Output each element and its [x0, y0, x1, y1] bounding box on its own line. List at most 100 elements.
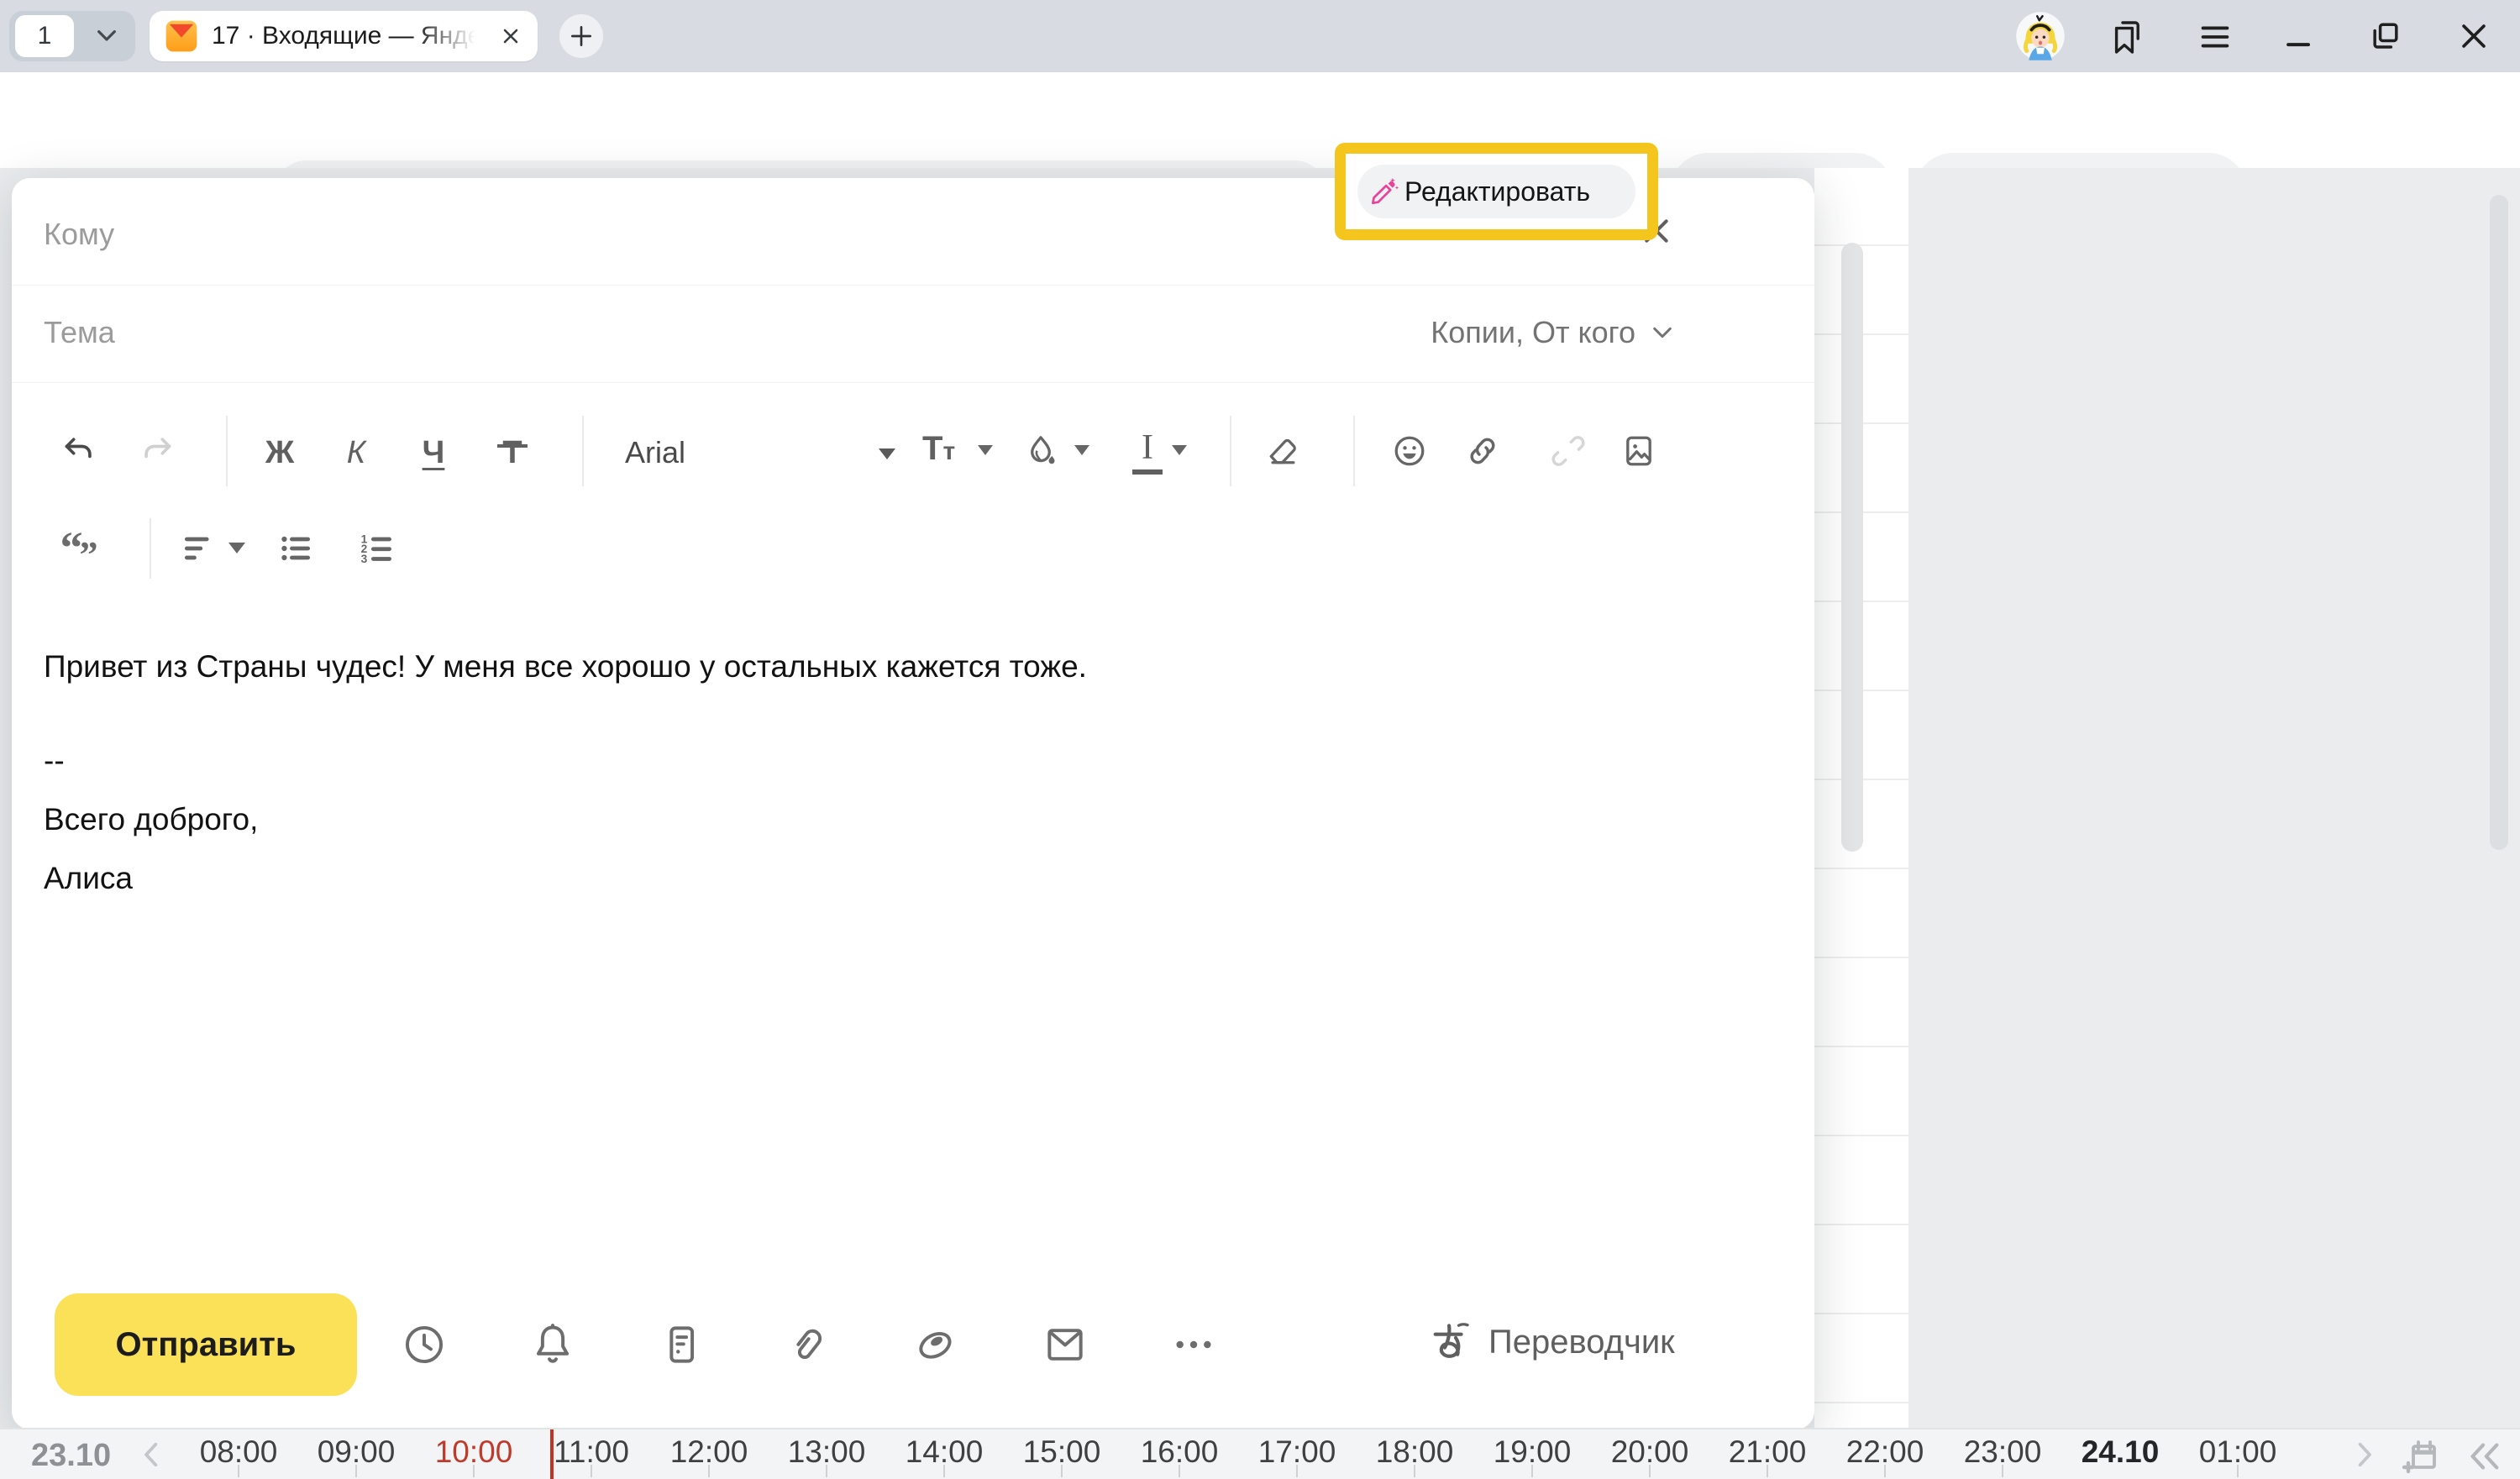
notification-bell-icon[interactable]	[529, 1321, 576, 1368]
bold-button[interactable]: Ж	[255, 427, 305, 478]
quote-button[interactable]: “”	[49, 525, 113, 579]
timeline-tick	[473, 1465, 475, 1477]
send-button-label: Отправить	[116, 1326, 297, 1364]
chevron-down-icon	[1649, 319, 1676, 346]
translator-icon	[1426, 1319, 1473, 1366]
font-size-button[interactable]: Тт	[922, 430, 998, 477]
italic-button[interactable]: К	[331, 427, 381, 478]
timeline-tick	[2237, 1465, 2239, 1477]
align-dropdown-arrow[interactable]	[228, 543, 245, 553]
text-color-bar	[1132, 469, 1163, 475]
underline-glyph: Ч	[423, 435, 445, 470]
timeline-tick	[591, 1465, 592, 1477]
tab-bar: 1 17 · Входящие — Яндек	[0, 0, 2520, 72]
font-family-select[interactable]: Arial	[625, 435, 902, 475]
timeline-tick	[826, 1465, 827, 1477]
redo-icon[interactable]	[138, 433, 175, 469]
subject-field[interactable]: Тема	[44, 315, 115, 350]
bullet-list-icon[interactable]	[277, 530, 314, 567]
schedule-send-icon[interactable]	[401, 1321, 448, 1368]
timeline-tick	[1649, 1465, 1651, 1477]
svg-text:3: 3	[361, 553, 368, 565]
emoji-icon[interactable]	[1391, 433, 1428, 469]
strikethrough-button[interactable]: Т	[487, 427, 538, 478]
text-color-button[interactable]: I	[1122, 430, 1173, 480]
address-toolbar: Я mail.yandex.ru 17 · Входящие — Яндекс …	[0, 72, 2520, 168]
fill-color-icon[interactable]	[1022, 433, 1059, 469]
timeline-tick	[1414, 1465, 1415, 1477]
timeline-date-label: 24.10	[2082, 1434, 2160, 1470]
active-tab[interactable]: 17 · Входящие — Яндек	[150, 11, 538, 61]
font-size-dropdown-arrow	[978, 445, 993, 455]
new-tab-button[interactable]	[559, 14, 603, 58]
signature-line: Алиса	[44, 849, 1747, 908]
edit-button[interactable]: Редактировать	[1357, 165, 1635, 218]
more-actions-icon[interactable]	[1170, 1321, 1217, 1368]
strikethrough-glyph: Т	[502, 435, 522, 471]
browser-window: 1 17 · Входящие — Яндек	[0, 0, 2520, 1479]
translator-button[interactable]: Переводчик	[1426, 1319, 1675, 1366]
body-paragraph: Привет из Страны чудес! У меня все хорош…	[44, 637, 1747, 696]
eraser-icon[interactable]	[1264, 433, 1301, 469]
timeline-tick	[2002, 1465, 2003, 1477]
timeline-tick	[1884, 1465, 1886, 1477]
timeline-bar[interactable]: 23.10 08:0009:0010:0011:0012:0013:0014:0…	[0, 1428, 2520, 1479]
timeline-tick	[708, 1465, 710, 1477]
signature-line: --	[44, 732, 1747, 790]
numbered-list-icon[interactable]: 1 2 3	[358, 530, 395, 567]
toolbar-divider	[582, 416, 584, 486]
to-field[interactable]: Кому	[44, 217, 114, 252]
window-minimize-icon[interactable]	[2281, 18, 2318, 55]
calendar-add-icon[interactable]	[2401, 1435, 2441, 1476]
stamp-icon[interactable]	[911, 1321, 958, 1368]
insert-image-icon[interactable]	[1620, 433, 1657, 469]
yandex-mail-favicon	[165, 19, 198, 53]
translator-label: Переводчик	[1488, 1324, 1675, 1361]
timeline-hours[interactable]: 08:0009:0010:0011:0012:0013:0014:0015:00…	[0, 1429, 2520, 1479]
window-restore-icon[interactable]	[2367, 18, 2404, 55]
window-scrollbar-thumb[interactable]	[2490, 195, 2508, 850]
timeline-tick	[1296, 1465, 1298, 1477]
toolbar-divider	[1230, 416, 1231, 486]
tab-title: 17 · Входящие — Яндек	[212, 22, 480, 50]
timeline-cursor[interactable]	[550, 1429, 554, 1479]
font-size-glyph-big: Т	[922, 430, 942, 467]
undo-icon[interactable]	[61, 433, 98, 469]
timeline-tick	[355, 1465, 357, 1477]
tab-count: 1	[38, 22, 52, 50]
cc-from-toggle[interactable]: Копии, От кого	[1431, 315, 1676, 350]
attach-paperclip-icon[interactable]	[783, 1321, 830, 1368]
unlink-icon[interactable]	[1550, 433, 1587, 469]
fill-color-dropdown-arrow[interactable]	[1074, 445, 1089, 455]
text-color-dropdown-arrow[interactable]	[1172, 445, 1187, 455]
edit-highlight-box: Редактировать	[1335, 143, 1658, 240]
template-icon[interactable]	[658, 1321, 705, 1368]
page-scrollbar-thumb[interactable]	[1841, 243, 1863, 852]
field-divider	[12, 285, 1814, 286]
message-body-editor[interactable]: Привет из Страны чудес! У меня все хорош…	[44, 637, 1747, 908]
quote-icon-small: ”	[80, 537, 98, 574]
link-icon[interactable]	[1464, 433, 1501, 469]
bookmarks-panel-icon[interactable]	[2107, 17, 2147, 57]
chevron-down-icon[interactable]	[93, 26, 120, 46]
cc-from-label: Копии, От кого	[1431, 315, 1635, 350]
collapse-double-chevron-icon[interactable]	[2465, 1437, 2503, 1476]
tab-counter-control[interactable]: 1	[9, 11, 135, 61]
tab-count-badge[interactable]: 1	[15, 15, 74, 57]
tab-close-icon[interactable]	[499, 24, 522, 48]
toolbar-divider	[1353, 416, 1355, 486]
avatar[interactable]	[2015, 11, 2066, 61]
edit-button-label: Редактировать	[1404, 176, 1590, 207]
timeline-next-icon[interactable]	[2346, 1437, 2381, 1472]
underline-button[interactable]: Ч	[408, 427, 459, 478]
window-close-icon[interactable]	[2455, 18, 2492, 55]
envelope-icon[interactable]	[1042, 1321, 1089, 1368]
font-size-glyph-small: т	[942, 438, 955, 465]
menu-icon[interactable]	[2196, 18, 2234, 56]
align-icon[interactable]	[181, 530, 218, 567]
font-family-dropdown-arrow	[879, 448, 895, 459]
send-button[interactable]: Отправить	[55, 1293, 357, 1396]
timeline-tick	[1767, 1465, 1768, 1477]
timeline-tick	[1531, 1465, 1533, 1477]
toolbar-divider	[150, 518, 151, 579]
